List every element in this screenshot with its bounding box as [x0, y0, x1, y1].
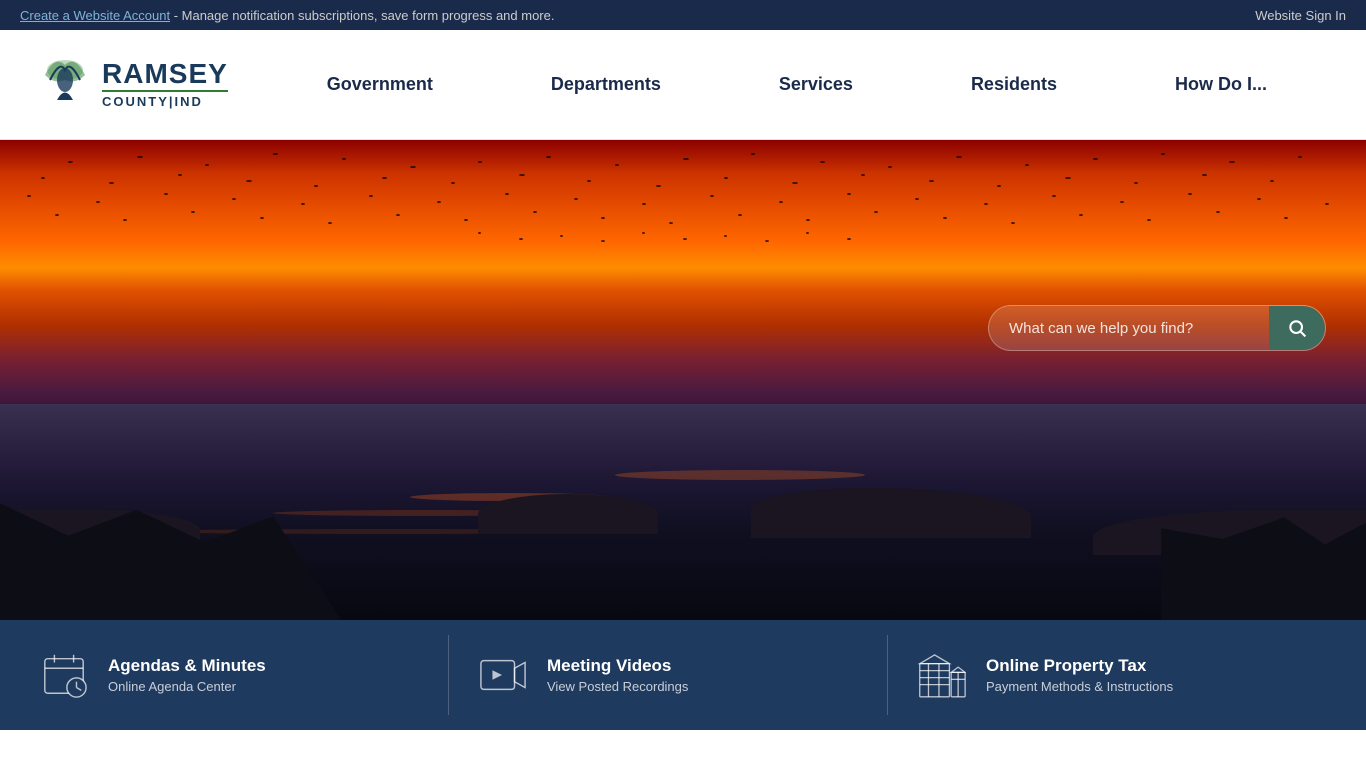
quick-link-meeting-videos[interactable]: Meeting Videos View Posted Recordings — [449, 635, 888, 715]
search-input[interactable] — [989, 308, 1269, 349]
property-tax-subtitle: Payment Methods & Instructions — [986, 679, 1173, 694]
logo-ramsey: RAMSEY — [102, 60, 228, 88]
property-tax-title: Online Property Tax — [986, 656, 1173, 676]
create-account-link[interactable]: Create a Website Account — [20, 8, 170, 23]
nav-residents[interactable]: Residents — [951, 30, 1077, 139]
nav-departments[interactable]: Departments — [531, 30, 681, 139]
building-icon — [918, 651, 966, 699]
top-bar-message: Create a Website Account - Manage notifi… — [20, 8, 554, 23]
quick-link-agendas[interactable]: Agendas & Minutes Online Agenda Center — [40, 635, 449, 715]
meeting-videos-subtitle: View Posted Recordings — [547, 679, 688, 694]
hero-water — [0, 404, 1366, 620]
video-icon — [479, 651, 527, 699]
agendas-subtitle: Online Agenda Center — [108, 679, 266, 694]
calendar-icon — [40, 651, 88, 699]
logo-county: COUNTY|IND — [102, 90, 228, 109]
meeting-videos-title: Meeting Videos — [547, 656, 688, 676]
logo-text: RAMSEY COUNTY|IND — [102, 60, 228, 109]
quick-links-section: Agendas & Minutes Online Agenda Center M… — [0, 620, 1366, 730]
logo-icon — [40, 50, 90, 120]
agendas-title: Agendas & Minutes — [108, 656, 266, 676]
property-tax-text: Online Property Tax Payment Methods & In… — [986, 656, 1173, 694]
sign-in-link[interactable]: Website Sign In — [1255, 8, 1346, 23]
top-bar: Create a Website Account - Manage notifi… — [0, 0, 1366, 30]
quick-link-property-tax[interactable]: Online Property Tax Payment Methods & In… — [888, 635, 1326, 715]
main-nav: Government Departments Services Resident… — [268, 30, 1326, 139]
hero-image — [0, 140, 1366, 620]
search-icon — [1287, 318, 1307, 338]
nav-how-do-i[interactable]: How Do I... — [1155, 30, 1287, 139]
site-logo[interactable]: RAMSEY COUNTY|IND — [40, 50, 228, 120]
search-button[interactable] — [1269, 306, 1325, 350]
site-header: RAMSEY COUNTY|IND Government Departments… — [0, 30, 1366, 140]
nav-services[interactable]: Services — [759, 30, 873, 139]
search-bar — [988, 305, 1326, 351]
meeting-videos-text: Meeting Videos View Posted Recordings — [547, 656, 688, 694]
hero-section — [0, 140, 1366, 620]
hero-birds — [0, 140, 1366, 404]
nav-government[interactable]: Government — [307, 30, 453, 139]
agendas-text: Agendas & Minutes Online Agenda Center — [108, 656, 266, 694]
top-bar-desc: - Manage notification subscriptions, sav… — [170, 8, 554, 23]
